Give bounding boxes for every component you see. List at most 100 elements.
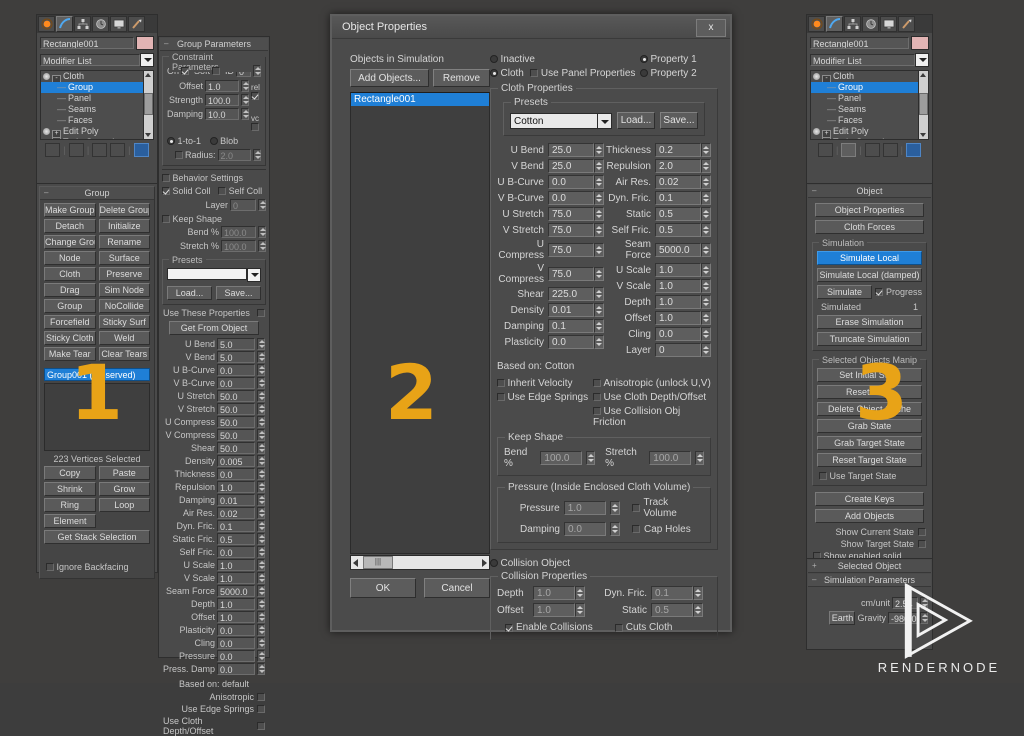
modifier-stack-row[interactable]: -Cloth: [811, 71, 928, 82]
cap-holes-checkbox[interactable]: [632, 525, 640, 533]
make-unique-icon[interactable]: [865, 143, 880, 157]
radius-field[interactable]: 2.0: [218, 149, 251, 161]
spinner-u-b-curve[interactable]: [594, 175, 604, 189]
field-u-b-curve[interactable]: 0.0: [548, 175, 594, 189]
modifier-stack-right[interactable]: -Cloth—Group—Panel—Seams—Faces+Edit Poly…: [810, 70, 929, 140]
group-button-group[interactable]: Group: [44, 299, 96, 313]
field-v-scale[interactable]: 1.0: [655, 279, 701, 293]
radius-checkbox[interactable]: [175, 151, 183, 159]
field-u-stretch[interactable]: 50.0: [217, 390, 255, 402]
field-repulsion[interactable]: 2.0: [655, 159, 701, 173]
preset-save-button[interactable]: Save...: [660, 112, 698, 129]
selection-button-shrink[interactable]: Shrink: [44, 482, 96, 496]
field-cling[interactable]: 0.0: [655, 327, 701, 341]
use-cloth-depth-checkbox[interactable]: [257, 722, 265, 730]
spinner-plasticity[interactable]: [257, 624, 265, 636]
spinner-thickness[interactable]: [701, 143, 711, 157]
stretch-pct-field[interactable]: 100.0: [221, 240, 256, 252]
show-target-state-checkbox[interactable]: [918, 540, 926, 548]
preset-load-button[interactable]: Load...: [167, 286, 212, 300]
hierarchy-icon[interactable]: [74, 16, 91, 32]
modifier-stack-row[interactable]: —Panel: [41, 93, 153, 104]
spinner-air-res-[interactable]: [257, 507, 265, 519]
field-v-compress[interactable]: 75.0: [548, 267, 594, 281]
preset-dropdown[interactable]: [167, 268, 247, 280]
spinner-cling[interactable]: [257, 637, 265, 649]
field-seam-force[interactable]: 5000.0: [655, 243, 701, 257]
spinner-layer[interactable]: [701, 343, 711, 357]
field-static[interactable]: 0.5: [655, 207, 701, 221]
group-button-weld[interactable]: Weld: [99, 331, 151, 345]
light-bulb-icon[interactable]: [43, 73, 50, 80]
scrollbar-thumb[interactable]: |||: [363, 556, 393, 569]
group-button-delete-group[interactable]: Delete Group: [99, 203, 151, 217]
modifier-stack-row[interactable]: —Group: [811, 82, 928, 93]
object-name-field[interactable]: Rectangle001: [40, 37, 134, 49]
scrollbar-thumb[interactable]: [144, 93, 153, 115]
modifier-list-dropdown-right[interactable]: Modifier List: [810, 54, 915, 66]
modifier-stack-row[interactable]: —Panel: [811, 93, 928, 104]
scroll-up-icon[interactable]: [920, 73, 926, 77]
show-end-result-icon[interactable]: [841, 143, 856, 157]
spinner-static[interactable]: [701, 207, 711, 221]
one-to-one-radio[interactable]: [167, 137, 175, 145]
spinner-static-fric-[interactable]: [257, 533, 265, 545]
spinner-damping[interactable]: [241, 108, 249, 120]
spinner-shear[interactable]: [257, 442, 265, 454]
collision-offset-spinner[interactable]: [575, 603, 585, 617]
field-offset[interactable]: 1.0: [655, 311, 701, 325]
group-parameters-header[interactable]: – Group Parameters: [160, 38, 268, 51]
spinner-damping[interactable]: [257, 494, 265, 506]
earth-button[interactable]: Earth: [829, 611, 855, 625]
collision-offset-field[interactable]: 1.0: [533, 603, 575, 617]
selection-button-paste[interactable]: Paste: [99, 466, 151, 480]
field-repulsion[interactable]: 1.0: [217, 481, 255, 493]
keep-shape-stretch-spinner[interactable]: [695, 451, 704, 465]
field-v-stretch[interactable]: 50.0: [217, 403, 255, 415]
modifier-stack-row[interactable]: TurboSmooth: [41, 137, 153, 140]
spinner-pressure[interactable]: [257, 650, 265, 662]
layer-spinner[interactable]: [258, 199, 266, 211]
pressure-field[interactable]: 1.0: [564, 501, 606, 515]
stretch-pct-spinner[interactable]: [258, 240, 266, 252]
field-thickness[interactable]: 0.2: [655, 143, 701, 157]
field-v-b-curve[interactable]: 0.0: [548, 191, 594, 205]
scroll-down-icon[interactable]: [145, 133, 151, 137]
simulate-button[interactable]: Simulate: [817, 285, 872, 299]
modifier-stack-row[interactable]: -Cloth: [41, 71, 153, 82]
field-damping[interactable]: 0.1: [548, 319, 594, 333]
spinner-depth[interactable]: [257, 598, 265, 610]
remove-button[interactable]: Remove: [433, 69, 490, 87]
spinner-air-res-[interactable]: [701, 175, 711, 189]
modifier-stack-scrollbar-right[interactable]: [918, 71, 928, 139]
keep-shape-stretch-field[interactable]: 100.0: [649, 451, 690, 465]
spinner-u-scale[interactable]: [257, 559, 265, 571]
object-rollout-header[interactable]: – Object: [808, 185, 931, 198]
spinner-v-bend[interactable]: [257, 351, 265, 363]
cloth-forces-button[interactable]: Cloth Forces: [815, 220, 924, 234]
field-pressure[interactable]: 0.0: [217, 650, 255, 662]
field-u-bend[interactable]: 5.0: [217, 338, 255, 350]
utilities-icon[interactable]: [898, 16, 915, 32]
expander-icon[interactable]: [52, 137, 61, 140]
modifier-stack[interactable]: -Cloth—Group—Panel—Seams—Faces+Edit Poly…: [40, 70, 154, 140]
spinner-plasticity[interactable]: [594, 335, 604, 349]
field-u-stretch[interactable]: 75.0: [548, 207, 594, 221]
get-from-object-button[interactable]: Get From Object: [169, 321, 259, 335]
add-objects-button[interactable]: Add Objects: [815, 509, 924, 523]
scrollbar-thumb[interactable]: [919, 93, 928, 115]
pressure-damping-spinner[interactable]: [610, 522, 620, 536]
spinner-shear[interactable]: [594, 287, 604, 301]
manip-button-reset-target-state[interactable]: Reset Target State: [817, 453, 922, 467]
spinner-offset[interactable]: [257, 611, 265, 623]
motion-icon[interactable]: [92, 16, 109, 32]
spinner-offset[interactable]: [701, 311, 711, 325]
field-static-fric-[interactable]: 0.5: [217, 533, 255, 545]
spinner-repulsion[interactable]: [701, 159, 711, 173]
spinner-cling[interactable]: [701, 327, 711, 341]
spinner-v-scale[interactable]: [701, 279, 711, 293]
field-u-bend[interactable]: 25.0: [548, 143, 594, 157]
solid-coll-checkbox[interactable]: [162, 187, 170, 195]
get-stack-selection-button[interactable]: Get Stack Selection: [44, 530, 150, 544]
utilities-icon[interactable]: [128, 16, 145, 32]
